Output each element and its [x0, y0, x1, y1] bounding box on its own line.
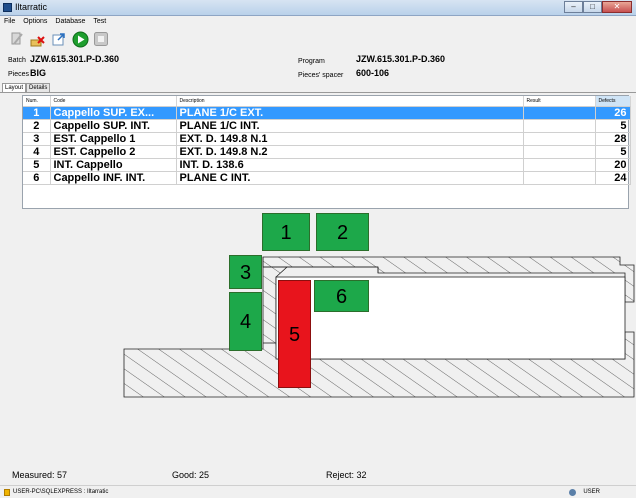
batch-label: Batch	[8, 57, 26, 64]
stop-button[interactable]	[92, 30, 110, 48]
batch-value: JZW.615.301.P-D.360	[30, 54, 120, 64]
defects-table: Num. Code Description Result Defects 1 Ca…	[22, 95, 631, 209]
cell-num: 5	[23, 158, 51, 172]
cell-code: Cappello SUP. EX...	[50, 106, 177, 120]
menu-file[interactable]: File	[4, 16, 15, 28]
column-defects[interactable]: Defects	[595, 96, 631, 107]
user-icon	[569, 489, 576, 496]
column-description[interactable]: Description	[176, 96, 524, 107]
table-row[interactable]: 2 Cappello SUP. INT. PLANE 1/C INT. 5	[23, 119, 631, 133]
cell-defects: 26	[595, 106, 631, 120]
tab-layout[interactable]: Layout	[2, 83, 27, 92]
good-count: Good: 25	[172, 470, 210, 480]
stop-icon	[94, 32, 108, 46]
minimize-button[interactable]: –	[564, 1, 583, 13]
table-row[interactable]: 4 EST. Cappello 2 EXT. D. 149.8 N.2 5	[23, 145, 631, 159]
menu-database[interactable]: Database	[55, 16, 85, 28]
clear-icon	[30, 36, 45, 47]
column-code[interactable]: Code	[50, 96, 177, 107]
cell-defects: 28	[595, 132, 631, 146]
cell-code: Cappello INF. INT.	[50, 171, 177, 185]
program-label: Program	[298, 58, 325, 65]
run-button[interactable]	[71, 30, 89, 48]
cell-defects: 20	[595, 158, 631, 172]
cell-result	[523, 171, 596, 185]
app-icon	[3, 3, 12, 12]
measured-count: Measured: 57	[12, 470, 68, 480]
run-icon	[72, 31, 88, 47]
zone-5[interactable]: 5	[278, 280, 311, 388]
cell-defects: 24	[595, 171, 631, 185]
cell-result	[523, 158, 596, 172]
menu-bar: File Options Database Test	[0, 16, 636, 28]
database-icon	[4, 489, 10, 496]
cell-num: 6	[23, 171, 51, 185]
program-value: JZW.615.301.P-D.360	[356, 54, 446, 64]
tab-divider	[0, 92, 636, 93]
cell-description: INT. D. 138.6	[176, 158, 524, 172]
column-num[interactable]: Num.	[23, 96, 51, 107]
zone-1[interactable]: 1	[262, 213, 310, 251]
cell-code: Cappello SUP. INT.	[50, 119, 177, 133]
table-row[interactable]: 1 Cappello SUP. EX... PLANE 1/C EXT. 26	[23, 106, 631, 120]
table-row[interactable]: 3 EST. Cappello 1 EXT. D. 149.8 N.1 28	[23, 132, 631, 146]
connection-path: USER-PC\SQLEXPRESS : Iltarratic	[13, 489, 109, 495]
cell-num: 4	[23, 145, 51, 159]
column-result[interactable]: Result	[523, 96, 596, 107]
zone-3[interactable]: 3	[229, 255, 262, 289]
toolbar	[0, 28, 636, 50]
status-bar: USER-PC\SQLEXPRESS : Iltarratic USER	[0, 485, 636, 498]
part-drawing: 1 2 3 4 5 6	[0, 209, 636, 469]
spacer-value: 600-106	[356, 68, 390, 78]
zone-6[interactable]: 6	[314, 280, 369, 312]
window-controls: – □ ✕	[564, 1, 632, 13]
cell-code: INT. Cappello	[50, 158, 177, 172]
export-icon	[52, 33, 65, 46]
table-row[interactable]: 6 Cappello INF. INT. PLANE C INT. 24	[23, 171, 631, 185]
pieces-value: BIG	[30, 68, 47, 78]
current-user: USER	[583, 489, 600, 495]
cell-code: EST. Cappello 2	[50, 145, 177, 159]
tab-strip: Layout Details	[2, 83, 51, 92]
cell-result	[523, 106, 596, 120]
cell-num: 2	[23, 119, 51, 133]
cell-result	[523, 145, 596, 159]
cell-defects: 5	[595, 145, 631, 159]
pieces-label: Pieces	[8, 71, 30, 78]
menu-options[interactable]: Options	[23, 16, 47, 28]
close-button[interactable]: ✕	[602, 1, 632, 13]
menu-test[interactable]: Test	[93, 16, 106, 28]
cell-description: EXT. D. 149.8 N.2	[176, 145, 524, 159]
table-row[interactable]: 5 INT. Cappello INT. D. 138.6 20	[23, 158, 631, 172]
edit-button[interactable]	[8, 30, 26, 48]
clear-button[interactable]	[29, 30, 47, 48]
cell-num: 3	[23, 132, 51, 146]
zone-2[interactable]: 2	[316, 213, 369, 251]
spacer-label: Pieces' spacer	[298, 72, 344, 79]
table-header-row: Num. Code Description Result Defects	[23, 96, 631, 107]
maximize-button[interactable]: □	[583, 1, 602, 13]
cell-description: PLANE 1/C EXT.	[176, 106, 524, 120]
cell-result	[523, 132, 596, 146]
cell-result	[523, 119, 596, 133]
reject-count: Reject: 32	[326, 470, 367, 480]
cell-defects: 5	[595, 119, 631, 133]
cell-description: EXT. D. 149.8 N.1	[176, 132, 524, 146]
cell-code: EST. Cappello 1	[50, 132, 177, 146]
edit-icon	[11, 32, 23, 45]
cell-description: PLANE 1/C INT.	[176, 119, 524, 133]
title-bar: Iltarratic – □ ✕	[0, 0, 636, 16]
cell-num: 1	[23, 106, 51, 120]
zone-4[interactable]: 4	[229, 292, 262, 351]
cell-description: PLANE C INT.	[176, 171, 524, 185]
export-button[interactable]	[50, 30, 68, 48]
tab-details[interactable]: Details	[26, 83, 51, 92]
window-title: Iltarratic	[15, 2, 48, 12]
